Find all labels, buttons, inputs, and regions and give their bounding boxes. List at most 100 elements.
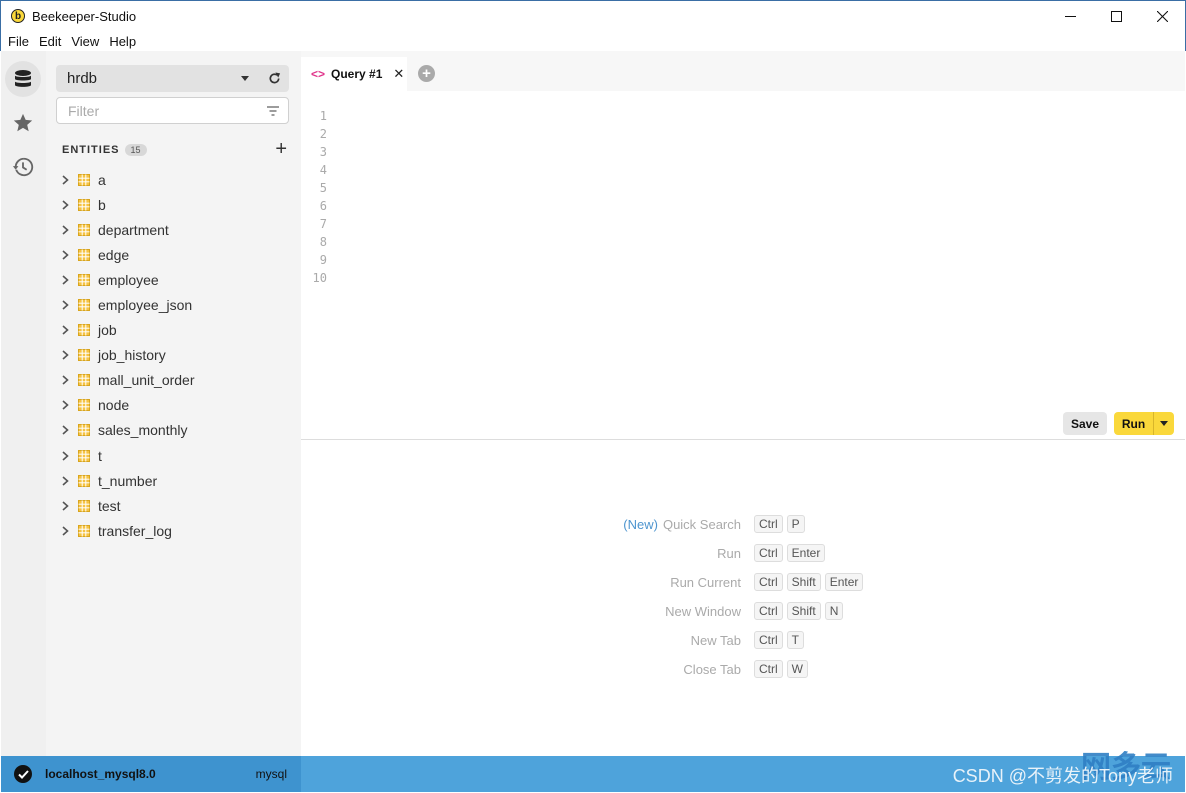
key-cap: P [786, 515, 805, 533]
table-icon [78, 474, 90, 487]
shortcut-row: New Tab Ctrl T [301, 631, 1185, 651]
line-number: 6 [319, 199, 327, 213]
table-icon [78, 449, 90, 462]
entity-name: a [98, 171, 106, 188]
shortcut-action: Run Current [670, 575, 741, 590]
menu-view[interactable]: View [66, 34, 104, 49]
connection-info[interactable]: localhost_mysql8.0 mysql [1, 756, 301, 792]
shortcut-row: Close Tab Ctrl W [301, 660, 1185, 680]
table-icon [78, 349, 90, 362]
entity-name: node [98, 397, 130, 414]
shortcut-label: Run [717, 546, 741, 561]
chevron-right-icon[interactable] [58, 449, 72, 463]
filter-icon[interactable] [267, 106, 279, 116]
run-button-group: Run [1114, 412, 1174, 435]
chevron-right-icon[interactable] [58, 273, 72, 287]
chevron-right-icon[interactable] [58, 348, 72, 362]
maximize-button[interactable] [1093, 1, 1139, 32]
rail-favorites-button[interactable] [5, 105, 41, 141]
new-tab-button[interactable]: + [418, 65, 435, 82]
shortcut-action: Close Tab [683, 662, 741, 677]
filter-input[interactable] [68, 102, 258, 119]
line-number: 5 [319, 181, 327, 195]
entity-item[interactable]: test [56, 493, 296, 518]
entity-item[interactable]: employee [56, 267, 296, 292]
minimize-button[interactable] [1047, 1, 1093, 32]
run-button[interactable]: Run [1114, 417, 1153, 431]
chevron-right-icon[interactable] [58, 499, 72, 513]
add-entity-button[interactable]: + [275, 139, 287, 159]
chevron-down-icon [241, 76, 249, 81]
entities-header: ENTITIES 15 + [62, 139, 287, 159]
table-icon [78, 273, 90, 286]
menu-help[interactable]: Help [104, 34, 141, 49]
entity-item[interactable]: employee_json [56, 292, 296, 317]
entity-item[interactable]: node [56, 393, 296, 418]
entity-name: mall_unit_order [98, 372, 195, 389]
new-tag: (New) [623, 517, 658, 532]
chevron-right-icon[interactable] [58, 398, 72, 412]
chevron-right-icon[interactable] [58, 173, 72, 187]
chevron-right-icon[interactable] [58, 198, 72, 212]
refresh-button[interactable] [263, 72, 285, 85]
close-window-button[interactable] [1139, 1, 1185, 32]
line-number: 2 [319, 127, 327, 141]
chevron-right-icon[interactable] [58, 223, 72, 237]
line-number: 7 [319, 217, 327, 231]
shortcut-action: New Tab [690, 633, 741, 648]
line-number: 1 [319, 109, 327, 123]
chevron-right-icon[interactable] [58, 373, 72, 387]
entity-item[interactable]: a [56, 167, 296, 192]
entity-item[interactable]: job_history [56, 343, 296, 368]
chevron-right-icon[interactable] [58, 423, 72, 437]
table-icon [78, 424, 90, 437]
shortcut-label: Run Current [670, 575, 741, 590]
key-cap: Shift [786, 573, 821, 591]
entity-item[interactable]: department [56, 217, 296, 242]
query-editor[interactable]: 1 2 3 4 5 6 7 8 9 10 Save Run [301, 91, 1185, 440]
entity-item[interactable]: t [56, 443, 296, 468]
line-number: 9 [319, 253, 327, 267]
entity-item[interactable]: edge [56, 242, 296, 267]
rail-history-button[interactable] [5, 149, 41, 185]
entity-item[interactable]: t_number [56, 468, 296, 493]
key-cap: Ctrl [754, 602, 783, 620]
rail-connections-button[interactable] [5, 61, 41, 97]
star-icon [13, 113, 33, 132]
shortcut-row: Run Current Ctrl Shift Enter [301, 573, 1185, 593]
entity-name: t_number [98, 472, 158, 489]
entity-item[interactable]: job [56, 318, 296, 343]
sidebar: hrdb ENTITIES 15 + ab department edge emplo… [46, 51, 301, 756]
tab-query-1[interactable]: <> Query #1 ✕ [301, 57, 407, 91]
chevron-right-icon[interactable] [58, 248, 72, 262]
entities-label: ENTITIES [62, 144, 120, 156]
chevron-right-icon[interactable] [58, 474, 72, 488]
key-cap: N [824, 602, 844, 620]
chevron-right-icon[interactable] [58, 298, 72, 312]
entity-name: transfer_log [98, 522, 172, 539]
close-icon [1156, 11, 1168, 22]
shortcut-label: Close Tab [683, 662, 741, 677]
entity-item[interactable]: mall_unit_order [56, 368, 296, 393]
close-tab-icon[interactable]: ✕ [393, 66, 404, 82]
menu-file[interactable]: File [3, 34, 34, 49]
save-button[interactable]: Save [1063, 412, 1107, 435]
chevron-right-icon[interactable] [58, 524, 72, 538]
entity-item[interactable]: transfer_log [56, 518, 296, 543]
maximize-icon [1110, 11, 1122, 22]
shortcut-keys: Ctrl Enter [754, 544, 829, 562]
minimize-icon [1064, 16, 1076, 17]
line-number: 10 [312, 271, 327, 285]
entity-item[interactable]: b [56, 192, 296, 217]
entity-name: t [98, 447, 102, 464]
chevron-right-icon[interactable] [58, 323, 72, 337]
database-select[interactable]: hrdb [56, 65, 289, 92]
entity-item[interactable]: sales_monthly [56, 418, 296, 443]
run-options-button[interactable] [1154, 421, 1174, 426]
shortcut-label: New Window [665, 604, 741, 619]
window-title: Beekeeper-Studio [32, 8, 137, 24]
menu-edit[interactable]: Edit [34, 34, 66, 49]
results-panel: (New) Quick Search Ctrl P Run Ctrl Enter Run Cu… [301, 441, 1185, 756]
entity-name: test [98, 497, 121, 514]
entity-name: employee_json [98, 297, 193, 314]
